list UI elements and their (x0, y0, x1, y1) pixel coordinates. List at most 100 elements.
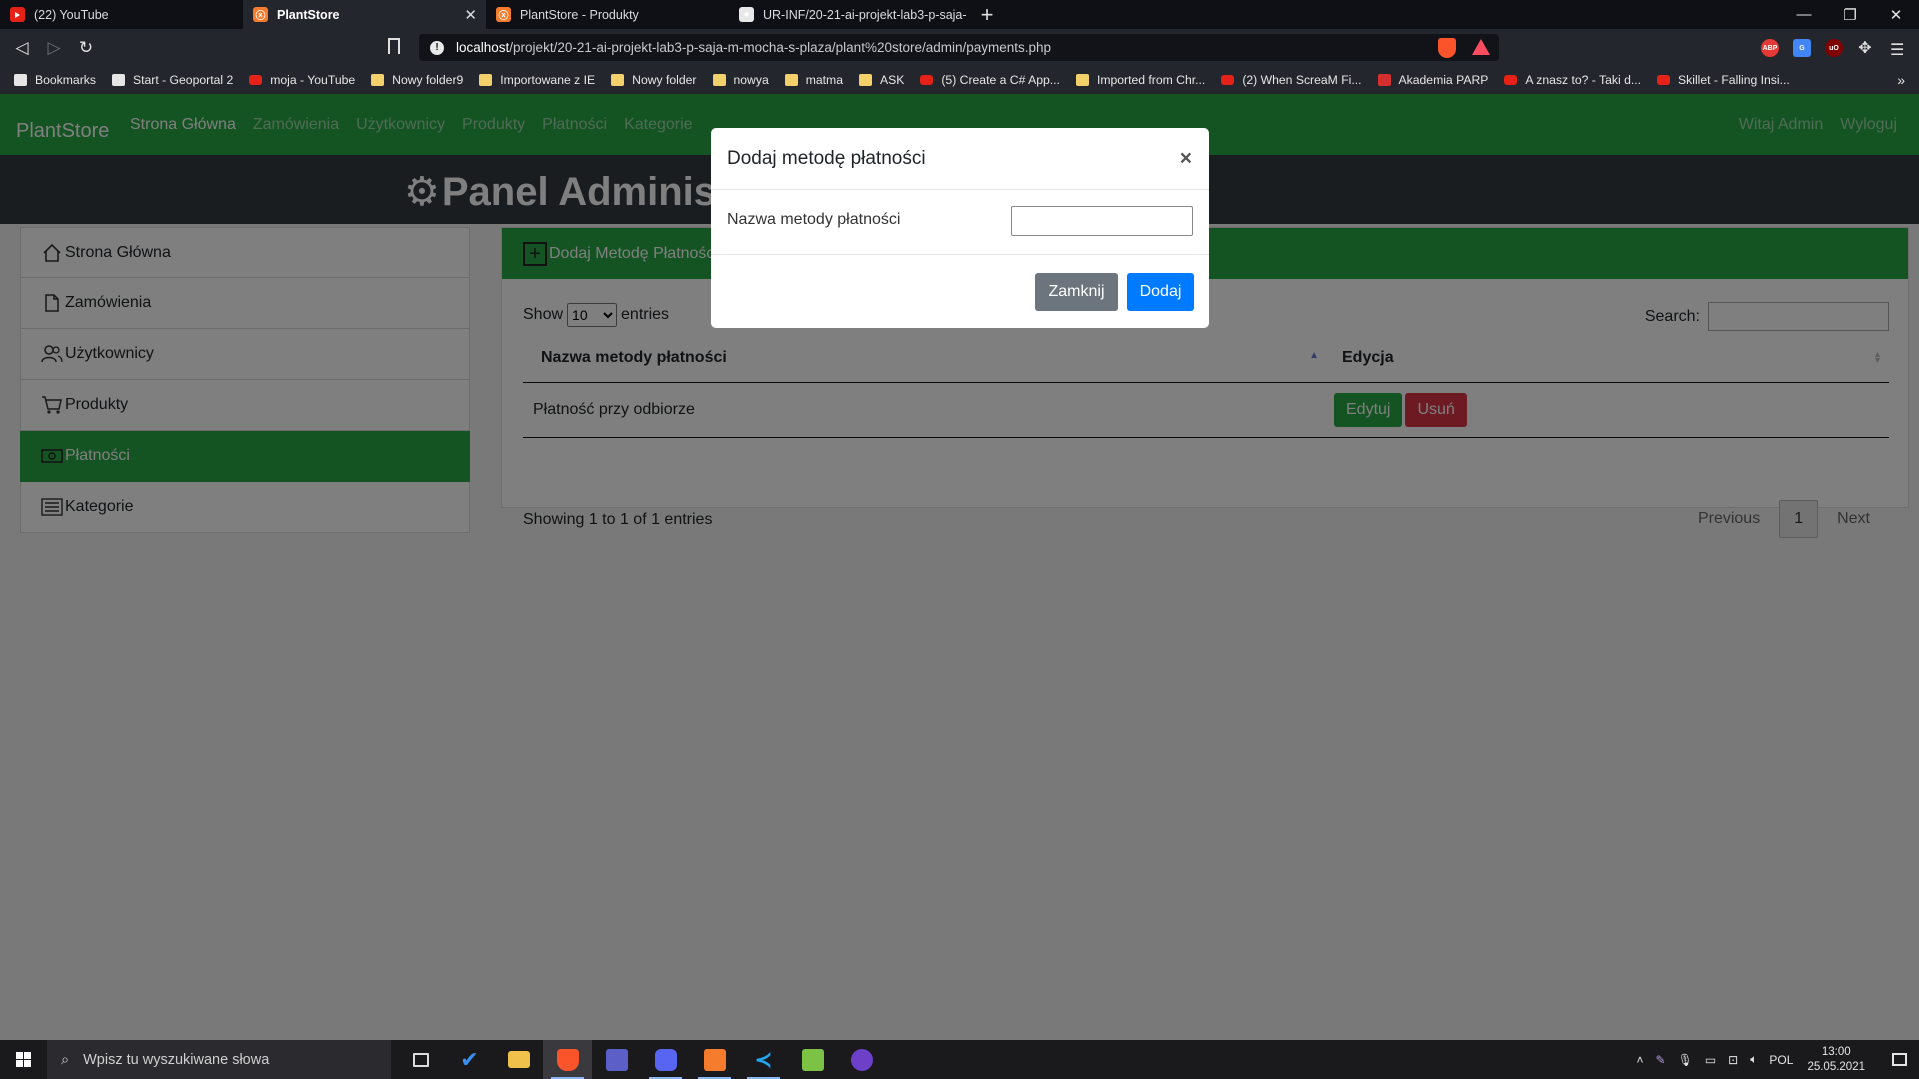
new-tab-button[interactable]: + (972, 0, 1002, 29)
youtube-icon (249, 75, 263, 85)
add-payment-modal: Dodaj metodę płatności × Nazwa metody pł… (711, 128, 1209, 328)
bookmarks-icon (14, 74, 27, 86)
bookmark-label: Nowy folder9 (392, 73, 464, 87)
folder-icon (479, 74, 493, 86)
windows-icon (16, 1052, 31, 1067)
brave-shields-icon[interactable] (1438, 38, 1456, 58)
minimize-icon[interactable]: — (1781, 0, 1827, 29)
tab-youtube[interactable]: (22) YouTube (0, 0, 243, 29)
discord-icon[interactable] (641, 1040, 690, 1079)
windows-taskbar: ⌕ Wpisz tu wyszukiwane słowa ✔ ≺ ˄ ✎ 🎙︎ … (0, 1040, 1919, 1079)
ublock-icon[interactable]: uO (1825, 39, 1843, 57)
bookmark-item[interactable]: Nowy folder (611, 73, 697, 87)
folder-icon (371, 74, 385, 86)
system-tray: ˄ ✎ 🎙︎ ▭ ⊡ 🔈︎ POL 13:00 25.05.2021 (1631, 1040, 1919, 1079)
translate-icon[interactable]: G (1793, 39, 1811, 57)
modal-header: Dodaj metodę płatności × (711, 128, 1209, 190)
bookmark-item[interactable]: Bookmarks (14, 73, 96, 87)
bookmark-item[interactable]: A znasz to? - Taki d... (1504, 73, 1641, 87)
bookmark-page-icon[interactable] (388, 38, 400, 54)
bookmark-label: moja - YouTube (270, 73, 356, 87)
tab-title: UR-INF/20-21-ai-projekt-lab3-p-saja- (763, 7, 967, 22)
bookmark-item[interactable]: ASK (858, 73, 905, 87)
forward-icon[interactable]: ▷ (38, 32, 70, 64)
notification-icon[interactable] (1879, 1040, 1919, 1079)
bookmark-item[interactable]: Imported from Chr... (1075, 73, 1205, 87)
bookmark-label: Start - Geoportal 2 (132, 73, 234, 87)
parp-icon (1377, 74, 1391, 86)
notepad-plus-icon[interactable] (788, 1040, 837, 1079)
adblock-icon[interactable]: ABP (1761, 39, 1779, 57)
close-tab-icon[interactable]: ✕ (464, 6, 477, 24)
pen-icon[interactable]: ✎ (1656, 1053, 1666, 1067)
bookmark-item[interactable]: Akademia PARP (1377, 73, 1489, 87)
modal-footer: Zamknij Dodaj (711, 255, 1209, 328)
reload-icon[interactable]: ↻ (70, 32, 102, 64)
github-desktop-icon[interactable] (837, 1040, 886, 1079)
bookmark-item[interactable]: Importowane z IE (479, 73, 595, 87)
bookmark-label: nowya (733, 73, 769, 87)
tab-title: PlantStore (277, 7, 340, 22)
url-field[interactable]: ! localhost /projekt/20-21-ai-projekt-la… (419, 34, 1499, 61)
bookmark-item[interactable]: Skillet - Falling Insi... (1657, 73, 1790, 87)
clock-time: 13:00 (1821, 1045, 1851, 1058)
url-path: /projekt/20-21-ai-projekt-lab3-p-saja-m-… (509, 40, 1052, 55)
microphone-icon[interactable]: 🎙︎ (1678, 1053, 1693, 1067)
tab-plantstore-produkty[interactable]: ⓧ PlantStore - Produkty (486, 0, 729, 29)
youtube-icon (1504, 75, 1518, 85)
vscode-icon[interactable]: ≺ (739, 1040, 788, 1079)
close-button[interactable]: Zamknij (1035, 273, 1118, 311)
youtube-icon (1221, 75, 1235, 85)
bookmark-label: ASK (879, 73, 905, 87)
start-button[interactable] (0, 1040, 47, 1079)
close-window-icon[interactable]: ✕ (1873, 0, 1919, 29)
add-button[interactable]: Dodaj (1127, 273, 1194, 311)
menu-icon[interactable]: ☰ (1890, 40, 1904, 60)
network-icon[interactable]: ⊡ (1728, 1053, 1738, 1067)
teams-icon[interactable] (592, 1040, 641, 1079)
tab-github[interactable]: ● UR-INF/20-21-ai-projekt-lab3-p-saja- (729, 0, 972, 29)
url-host: localhost (456, 40, 510, 55)
folder-icon (712, 74, 726, 86)
bookmark-label: Akademia PARP (1398, 73, 1489, 87)
tab-title: (22) YouTube (34, 7, 109, 22)
more-bookmarks-icon[interactable]: » (1897, 72, 1905, 88)
bookmark-item[interactable]: moja - YouTube (249, 73, 355, 87)
clock[interactable]: 13:00 25.05.2021 (1807, 1045, 1865, 1075)
brave-browser-icon[interactable] (543, 1040, 592, 1079)
page-icon (111, 74, 125, 86)
tab-plantstore[interactable]: ⓧ PlantStore ✕ (243, 0, 486, 29)
battery-icon[interactable]: ▭ (1705, 1053, 1716, 1067)
file-explorer-icon[interactable] (494, 1040, 543, 1079)
extensions-icon[interactable]: ✥ (1856, 39, 1874, 57)
folder-icon (611, 74, 625, 86)
youtube-icon (1657, 75, 1671, 85)
site-info-icon[interactable]: ! (430, 40, 444, 55)
bookmark-item[interactable]: matma (784, 73, 843, 87)
search-icon: ⌕ (61, 1051, 70, 1068)
restore-icon[interactable]: ❐ (1827, 0, 1873, 29)
brave-rewards-icon[interactable] (1472, 39, 1490, 55)
volume-icon[interactable]: 🔈︎ (1750, 1052, 1757, 1067)
web-page: PlantStore Strona Główna Zamówienia Użyt… (0, 94, 1919, 1040)
xampp-icon: ⓧ (496, 7, 511, 22)
bookmark-label: Skillet - Falling Insi... (1678, 73, 1790, 87)
youtube-icon (10, 7, 25, 22)
bookmark-item[interactable]: (2) When ScreaM Fi... (1221, 73, 1362, 87)
taskbar-search-placeholder: Wpisz tu wyszukiwane słowa (83, 1051, 270, 1068)
modal-body: Nazwa metody płatności (711, 190, 1209, 255)
bookmark-item[interactable]: nowya (712, 73, 769, 87)
taskbar-search[interactable]: ⌕ Wpisz tu wyszukiwane słowa (47, 1040, 391, 1079)
back-icon[interactable]: ◁ (6, 32, 38, 64)
bookmarks-bar: Bookmarks Start - Geoportal 2 moja - You… (0, 66, 1919, 94)
language-indicator[interactable]: POL (1769, 1053, 1793, 1067)
bookmark-item[interactable]: (5) Create a C# App... (920, 73, 1060, 87)
payment-name-input[interactable] (1011, 206, 1193, 236)
xampp-icon[interactable] (690, 1040, 739, 1079)
task-view-icon[interactable] (396, 1040, 445, 1079)
bookmark-item[interactable]: Nowy folder9 (371, 73, 463, 87)
todo-icon[interactable]: ✔ (445, 1040, 494, 1079)
chevron-up-icon[interactable]: ˄ (1637, 1053, 1644, 1067)
bookmark-item[interactable]: Start - Geoportal 2 (111, 73, 234, 87)
close-icon[interactable]: × (1180, 148, 1192, 169)
